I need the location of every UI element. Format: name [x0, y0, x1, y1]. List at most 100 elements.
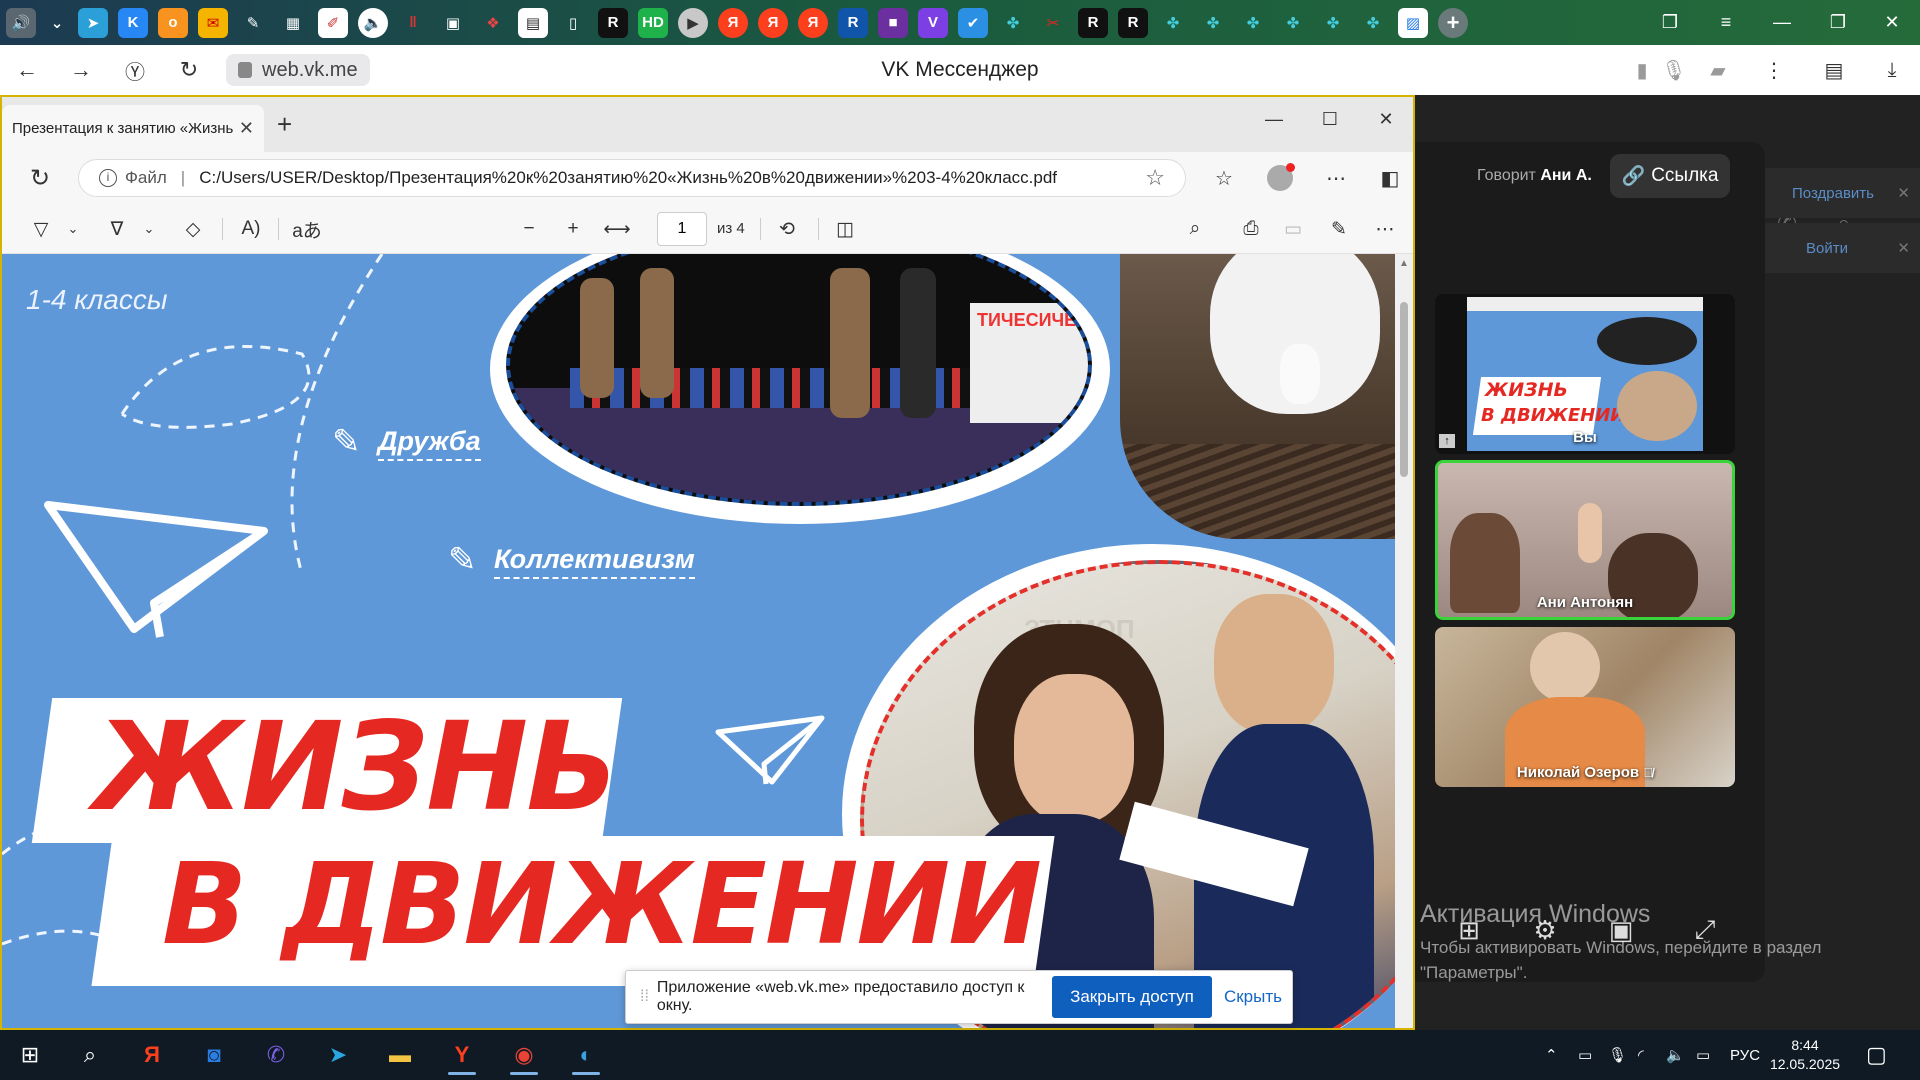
- yandex-icon[interactable]: Я: [758, 7, 788, 38]
- check-icon[interactable]: ✔: [958, 7, 988, 38]
- url-field[interactable]: web.vk.me: [226, 54, 370, 86]
- restore-button[interactable]: ❐: [1810, 0, 1866, 45]
- save-icon[interactable]: ▭: [1278, 214, 1308, 244]
- highlight-icon[interactable]: ▽: [26, 214, 56, 244]
- hide-button[interactable]: Скрыть: [1224, 987, 1282, 1007]
- translate-icon[interactable]: aあ: [292, 214, 322, 244]
- congratulate-link[interactable]: Поздравить: [1792, 185, 1874, 202]
- search-icon[interactable]: ⌕: [64, 1035, 116, 1075]
- volume-icon[interactable]: 🔈: [1666, 1030, 1685, 1080]
- language-indicator[interactable]: РУС: [1730, 1030, 1760, 1080]
- page-view-icon[interactable]: ◫: [830, 214, 860, 244]
- hd-icon[interactable]: HD: [638, 7, 668, 38]
- square-icon[interactable]: ■: [878, 7, 908, 38]
- fit-width-icon[interactable]: ⟷: [602, 214, 632, 244]
- scissors-icon[interactable]: ✂: [1038, 8, 1068, 38]
- mic-icon[interactable]: 🎙: [1652, 45, 1696, 95]
- figma-icon[interactable]: ✤: [1238, 8, 1268, 38]
- yandex-icon[interactable]: Я: [718, 7, 748, 38]
- vk-icon[interactable]: K: [118, 7, 148, 38]
- new-tab-icon[interactable]: +: [277, 109, 292, 140]
- close-tab-icon[interactable]: ✕: [239, 118, 254, 139]
- edge-icon[interactable]: ◐: [560, 1035, 612, 1075]
- yandex-icon[interactable]: Я: [126, 1035, 178, 1075]
- start-icon[interactable]: ⊞: [4, 1035, 56, 1075]
- reload-button[interactable]: ↻: [162, 45, 216, 95]
- mic-icon[interactable]: 🎙: [1608, 1030, 1627, 1080]
- pdf-scrollbar[interactable]: ▲: [1395, 254, 1413, 1028]
- r-icon[interactable]: R: [838, 7, 868, 38]
- forward-button[interactable]: →: [54, 45, 108, 95]
- search-icon[interactable]: ⌕: [1180, 214, 1210, 244]
- menu-icon[interactable]: ≡: [1698, 0, 1754, 45]
- play-icon[interactable]: ▶: [678, 7, 708, 38]
- r-icon[interactable]: R: [1118, 7, 1148, 38]
- figma-icon[interactable]: ✤: [1278, 8, 1308, 38]
- more-icon[interactable]: ⋯: [1314, 152, 1358, 204]
- ok-icon[interactable]: o: [158, 7, 188, 38]
- favorite-star-icon[interactable]: ☆: [1145, 165, 1165, 191]
- minimize-button[interactable]: —: [1754, 0, 1810, 45]
- login-link[interactable]: Войти: [1806, 240, 1848, 257]
- participant-tile[interactable]: Николай Озеров 🎙̸: [1435, 627, 1735, 787]
- favorites-icon[interactable]: ☆: [1202, 152, 1246, 204]
- close-button[interactable]: ✕: [1358, 97, 1413, 142]
- rotate-icon[interactable]: ⟲: [772, 214, 802, 244]
- yandex-logo-icon[interactable]: Ⓨ: [108, 45, 162, 95]
- notifications-icon[interactable]: ▢: [1866, 1030, 1887, 1080]
- drawing-icon[interactable]: ✐: [318, 7, 348, 38]
- read-aloud-icon[interactable]: A): [236, 214, 266, 244]
- chevron-down-icon[interactable]: ⌄: [46, 8, 68, 38]
- info-icon[interactable]: i: [99, 169, 117, 187]
- folder-icon[interactable]: ▬: [374, 1035, 426, 1075]
- figma-icon[interactable]: ✤: [1358, 8, 1388, 38]
- edge-url-field[interactable]: i Файл | C:/Users/USER/Desktop/Презентац…: [78, 159, 1186, 197]
- maximize-button[interactable]: ☐: [1302, 97, 1358, 142]
- meet-icon[interactable]: ▭: [1578, 1030, 1592, 1080]
- participant-tile-speaker[interactable]: Ани Антонян: [1435, 460, 1735, 620]
- edge-tab[interactable]: Презентация к занятию «Жизнь ✕: [2, 105, 264, 152]
- stop-sharing-button[interactable]: Закрыть доступ: [1051, 976, 1212, 1018]
- audio-icon[interactable]: ‖: [398, 8, 428, 38]
- more-icon[interactable]: ⋯: [1370, 214, 1400, 244]
- close-icon[interactable]: ✕: [1897, 184, 1910, 202]
- more-icon[interactable]: ⋮: [1752, 45, 1796, 95]
- telegram-icon[interactable]: ➤: [312, 1035, 364, 1075]
- congratulate-row[interactable]: Поздравить ✕: [1762, 168, 1920, 218]
- doc-icon[interactable]: ▤: [518, 7, 548, 38]
- close-icon[interactable]: ✕: [1897, 239, 1910, 257]
- r-icon[interactable]: R: [598, 7, 628, 38]
- new-tab-button[interactable]: +: [1438, 7, 1468, 38]
- figma-icon[interactable]: ✤: [1318, 8, 1348, 38]
- link-button[interactable]: 🔗 Ссылка: [1610, 154, 1730, 198]
- figma-icon[interactable]: ✤: [1158, 8, 1188, 38]
- outlook-icon[interactable]: ◙: [188, 1035, 240, 1075]
- save-as-icon[interactable]: ✎: [1324, 214, 1354, 244]
- zoom-out-icon[interactable]: −: [514, 214, 544, 244]
- docs-icon[interactable]: ▨: [1398, 7, 1428, 38]
- network-icon[interactable]: ◜: [1638, 1030, 1644, 1080]
- scroll-up-icon[interactable]: ▲: [1399, 258, 1409, 269]
- chevron-down-icon[interactable]: ⌄: [58, 214, 88, 244]
- yandex-browser-icon[interactable]: Y: [436, 1035, 488, 1075]
- back-button[interactable]: ←: [0, 45, 54, 95]
- reading-list-icon[interactable]: ▤: [1812, 45, 1856, 95]
- figma-icon[interactable]: ✤: [998, 8, 1028, 38]
- collections-icon[interactable]: ❐: [1642, 0, 1698, 45]
- telegram-icon[interactable]: ➤: [78, 7, 108, 38]
- chevron-down-icon[interactable]: ⌄: [134, 214, 164, 244]
- pen-icon[interactable]: ✎: [238, 8, 268, 38]
- bookmark-icon[interactable]: ▰: [1696, 45, 1740, 95]
- sound-icon[interactable]: 🔊: [6, 7, 36, 38]
- zoom-in-icon[interactable]: +: [558, 214, 588, 244]
- mail-icon[interactable]: ✉: [198, 7, 228, 38]
- viber-icon[interactable]: ✆: [250, 1035, 302, 1075]
- sidebar-icon[interactable]: ◧: [1368, 152, 1412, 204]
- doc-icon[interactable]: ▯: [558, 8, 588, 38]
- image-icon[interactable]: ▣: [438, 8, 468, 38]
- login-row[interactable]: Войти ✕: [1762, 223, 1920, 273]
- refresh-icon[interactable]: ↻: [2, 164, 78, 193]
- minimize-button[interactable]: —: [1246, 97, 1302, 142]
- download-icon[interactable]: ⤓: [1870, 45, 1914, 95]
- speaker-icon[interactable]: 🔈: [358, 7, 388, 38]
